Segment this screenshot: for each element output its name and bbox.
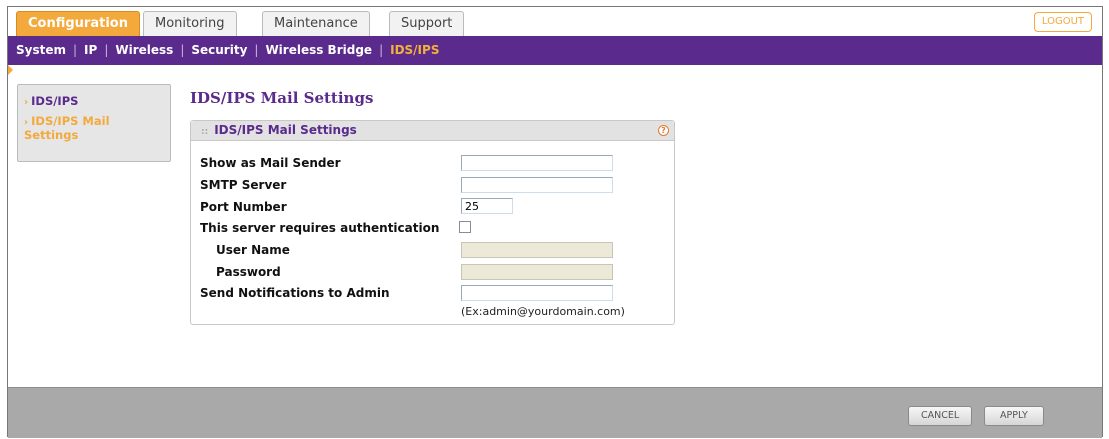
tab-maintenance[interactable]: Maintenance — [262, 11, 370, 36]
cancel-button[interactable]: CANCEL — [908, 406, 973, 426]
drag-grip-icon: :: — [201, 127, 209, 137]
notify-admin-input[interactable] — [461, 285, 613, 301]
panel-title: IDS/IPS Mail Settings — [214, 123, 357, 137]
subnav-wireless-bridge[interactable]: Wireless Bridge — [265, 43, 372, 57]
password-input[interactable] — [461, 264, 613, 280]
port-number-input[interactable] — [461, 198, 513, 214]
side-menu: › IDS/IPS › IDS/IPS Mail Settings — [17, 84, 171, 162]
port-number-label: Port Number — [200, 200, 287, 214]
tab-support[interactable]: Support — [389, 11, 465, 36]
subnav-system[interactable]: System — [16, 43, 66, 57]
subnav-separator: | — [73, 43, 78, 57]
logout-button[interactable]: LOGOUT — [1033, 12, 1092, 32]
username-label: User Name — [216, 243, 290, 257]
mail-settings-panel: :: IDS/IPS Mail Settings ? Show as Mail S… — [190, 120, 675, 325]
subnav-separator: | — [254, 43, 259, 57]
sidemenu-item-label: IDS/IPS — [31, 94, 79, 108]
auth-required-label: This server requires authentication — [200, 221, 440, 235]
subnav-ip[interactable]: IP — [84, 43, 97, 57]
action-bar: CANCEL APPLY — [8, 387, 1102, 438]
arrow-right-icon: › — [24, 117, 29, 128]
arrow-right-icon: › — [24, 97, 29, 108]
subnav-ids-ips[interactable]: IDS/IPS — [390, 43, 439, 57]
auth-required-checkbox[interactable] — [459, 221, 471, 233]
tab-monitoring[interactable]: Monitoring — [143, 11, 237, 36]
page-title: IDS/IPS Mail Settings — [190, 89, 374, 107]
notify-admin-label: Send Notifications to Admin — [200, 286, 390, 300]
smtp-server-input[interactable] — [461, 177, 613, 193]
subnav-wireless[interactable]: Wireless — [115, 43, 173, 57]
subnav-separator: | — [379, 43, 384, 57]
notify-admin-hint: (Ex:admin@yourdomain.com) — [461, 305, 625, 318]
sidemenu-item-mail-settings[interactable]: › IDS/IPS Mail Settings — [24, 115, 164, 142]
router-admin-frame: Configuration Monitoring Maintenance Sup… — [7, 6, 1103, 438]
tab-configuration[interactable]: Configuration — [16, 11, 140, 36]
subnav-separator: | — [104, 43, 109, 57]
sub-navigation: System | IP | Wireless | Security | Wireless Bri… — [8, 36, 1102, 65]
panel-header: :: IDS/IPS Mail Settings ? — [191, 121, 674, 141]
subnav-security[interactable]: Security — [191, 43, 247, 57]
username-input[interactable] — [461, 242, 613, 258]
active-section-marker — [8, 65, 13, 75]
apply-button[interactable]: APPLY — [984, 406, 1044, 426]
password-label: Password — [216, 265, 281, 279]
top-tab-bar: Configuration Monitoring Maintenance Sup… — [8, 7, 1102, 36]
help-icon[interactable]: ? — [658, 125, 669, 136]
sidemenu-item-label: IDS/IPS Mail Settings — [24, 114, 110, 142]
mail-sender-label: Show as Mail Sender — [200, 156, 341, 170]
subnav-separator: | — [180, 43, 185, 57]
mail-sender-input[interactable] — [461, 155, 613, 171]
sidemenu-item-ids-ips[interactable]: › IDS/IPS — [24, 95, 164, 109]
smtp-server-label: SMTP Server — [200, 178, 287, 192]
